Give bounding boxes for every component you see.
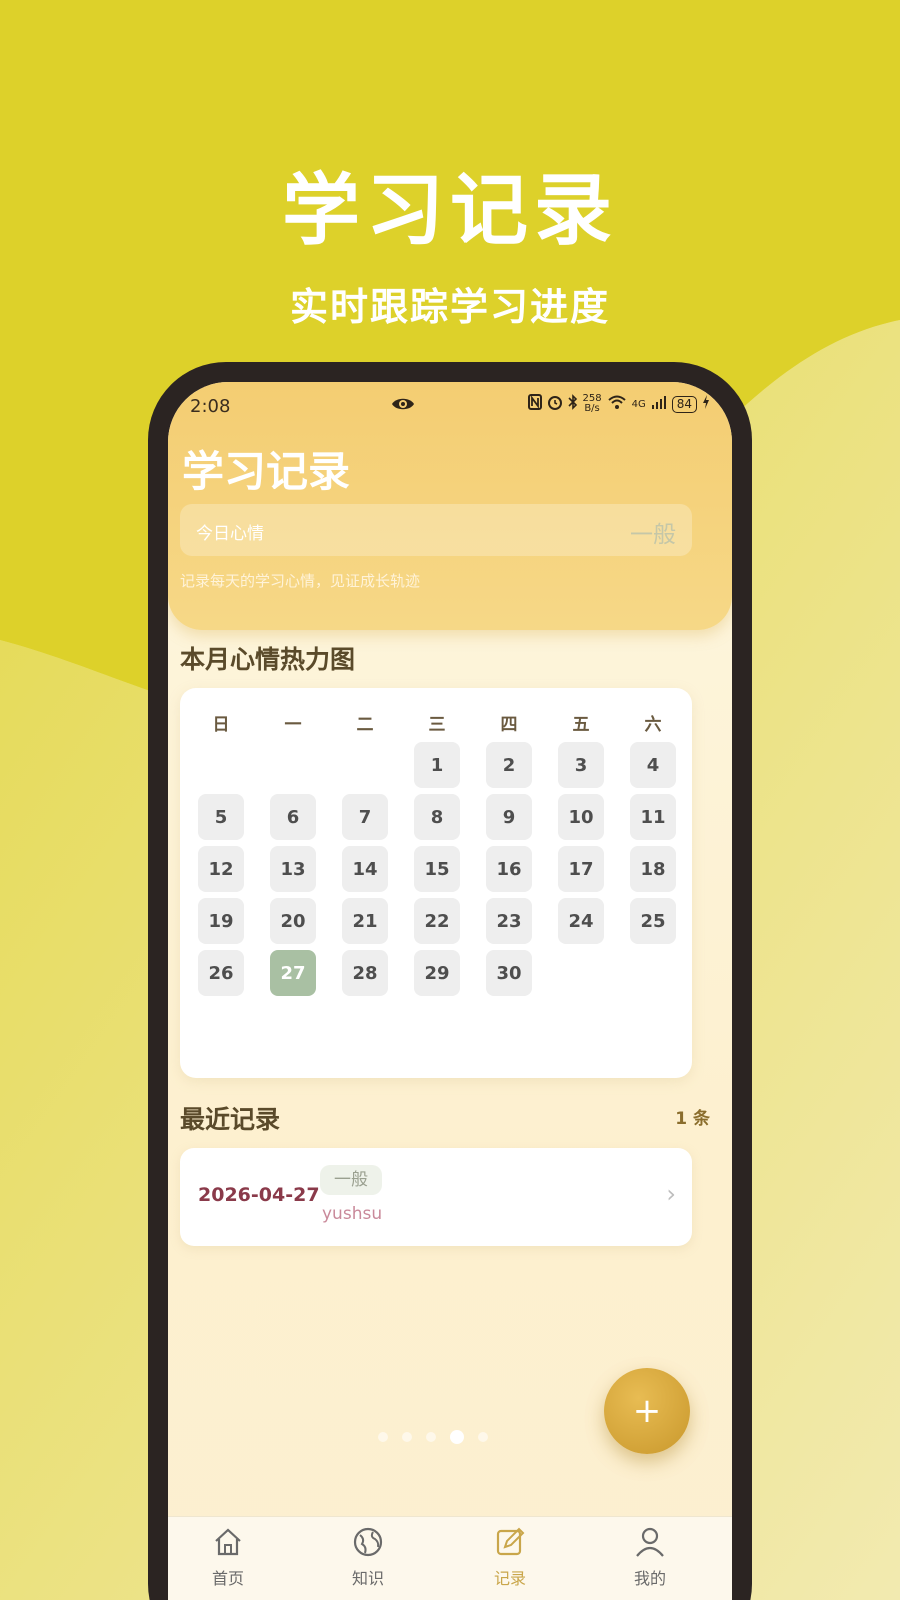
weekday-label: 一 bbox=[284, 715, 302, 735]
status-time: 2:08 bbox=[190, 396, 231, 417]
nav-label-profile: 我的 bbox=[633, 1569, 666, 1588]
header-hint: 记录每天的学习心情，见证成长轨迹 bbox=[180, 572, 421, 590]
bluetooth-icon bbox=[567, 394, 578, 414]
calendar-day[interactable]: 14 bbox=[342, 846, 388, 892]
phone-screen: 2:08 258 B/s 4G 84 学习记录 今日心情 一般 记录每天的学习心… bbox=[168, 382, 732, 1600]
net-speed: 258 B/s bbox=[583, 394, 602, 414]
phone-frame: 2:08 258 B/s 4G 84 学习记录 今日心情 一般 记录每天的学习心… bbox=[148, 362, 752, 1600]
nav-item-home[interactable]: 首页 bbox=[168, 1525, 288, 1589]
calendar-day[interactable]: 11 bbox=[630, 794, 676, 840]
calendar-day[interactable]: 15 bbox=[414, 846, 460, 892]
calendar-day[interactable]: 23 bbox=[486, 898, 532, 944]
net-speed-unit: B/s bbox=[584, 403, 600, 414]
page-indicator bbox=[378, 1430, 488, 1444]
calendar-day[interactable]: 10 bbox=[558, 794, 604, 840]
mood-label: 今日心情 bbox=[196, 524, 264, 544]
weekday-label: 四 bbox=[500, 715, 518, 735]
calendar-day[interactable]: 19 bbox=[198, 898, 244, 944]
nav-item-profile[interactable]: 我的 bbox=[590, 1525, 710, 1589]
bottom-navigation: 首页 知识 记录 我的 bbox=[168, 1516, 732, 1600]
calendar-day[interactable]: 28 bbox=[342, 950, 388, 996]
nfc-icon bbox=[527, 394, 542, 414]
calendar-day[interactable]: 8 bbox=[414, 794, 460, 840]
status-bar: 2:08 258 B/s 4G 84 bbox=[168, 382, 732, 428]
calendar-day[interactable]: 20 bbox=[270, 898, 316, 944]
wifi-icon bbox=[607, 394, 627, 414]
nav-label-knowledge: 知识 bbox=[351, 1569, 384, 1588]
calendar-day[interactable]: 1 bbox=[414, 742, 460, 788]
calendar-day[interactable]: 22 bbox=[414, 898, 460, 944]
page-dot bbox=[378, 1432, 388, 1442]
calendar-day[interactable]: 7 bbox=[342, 794, 388, 840]
mood-value: 一般 bbox=[630, 522, 676, 548]
signal-icon bbox=[651, 394, 667, 414]
calendar-day[interactable]: 26 bbox=[198, 950, 244, 996]
calendar-day[interactable]: 4 bbox=[630, 742, 676, 788]
nav-label-home: 首页 bbox=[211, 1569, 244, 1588]
battery-indicator: 84 bbox=[671, 395, 697, 413]
status-icons: 258 B/s 4G 84 bbox=[527, 394, 711, 414]
calendar-day[interactable]: 5 bbox=[198, 794, 244, 840]
record-item[interactable]: 2026-04-27 一般 yushsu › bbox=[180, 1148, 692, 1246]
calendar-day[interactable]: 3 bbox=[558, 742, 604, 788]
weekday-label: 日 bbox=[212, 715, 230, 735]
mood-heatmap-calendar: 日一二三四五六 1 2 3 4 5 6 7 8 9 10 11 12 13 14 15 16 17 18 19 20 21… bbox=[180, 688, 692, 1078]
home-icon bbox=[211, 1528, 245, 1563]
weekday-label: 三 bbox=[428, 715, 446, 735]
calendar-day[interactable]: 6 bbox=[270, 794, 316, 840]
calendar-day-today[interactable]: 27 bbox=[270, 950, 316, 996]
page-dot bbox=[402, 1432, 412, 1442]
calendar-day[interactable]: 18 bbox=[630, 846, 676, 892]
chevron-right-icon: › bbox=[666, 1180, 676, 1208]
calendar-day[interactable]: 29 bbox=[414, 950, 460, 996]
weekday-label: 六 bbox=[644, 715, 662, 735]
signal-label: 4G bbox=[631, 398, 646, 410]
calendar-day[interactable]: 9 bbox=[486, 794, 532, 840]
eye-icon bbox=[390, 394, 416, 418]
record-date: 2026-04-27 bbox=[198, 1184, 320, 1206]
alarm-icon bbox=[547, 394, 563, 414]
calendar-day[interactable]: 17 bbox=[558, 846, 604, 892]
calendar-day[interactable]: 25 bbox=[630, 898, 676, 944]
recent-section-title: 最近记录 bbox=[180, 1105, 281, 1134]
calendar-day[interactable]: 16 bbox=[486, 846, 532, 892]
page-dot bbox=[426, 1432, 436, 1442]
calendar-day[interactable]: 30 bbox=[486, 950, 532, 996]
promo-title: 学习记录 bbox=[281, 166, 618, 256]
page-title: 学习记录 bbox=[182, 447, 351, 496]
add-record-button[interactable]: + bbox=[604, 1368, 690, 1454]
page-dot bbox=[478, 1432, 488, 1442]
nav-label-records: 记录 bbox=[493, 1569, 526, 1588]
promo-subtitle: 实时跟踪学习进度 bbox=[289, 285, 610, 329]
recent-count: 1 条 bbox=[675, 1109, 710, 1129]
record-mood-badge: 一般 bbox=[320, 1165, 382, 1195]
globe-icon bbox=[351, 1527, 385, 1563]
today-mood-selector[interactable]: 今日心情 一般 bbox=[180, 504, 692, 556]
weekday-label: 二 bbox=[356, 715, 374, 735]
nav-item-records[interactable]: 记录 bbox=[450, 1525, 570, 1589]
heatmap-section-title: 本月心情热力图 bbox=[180, 645, 356, 674]
nav-item-knowledge[interactable]: 知识 bbox=[308, 1525, 428, 1589]
calendar-day[interactable]: 21 bbox=[342, 898, 388, 944]
page-dot-active bbox=[450, 1430, 464, 1444]
calendar-day[interactable]: 12 bbox=[198, 846, 244, 892]
calendar-day[interactable]: 24 bbox=[558, 898, 604, 944]
calendar-day[interactable]: 13 bbox=[270, 846, 316, 892]
charging-icon bbox=[702, 394, 710, 414]
user-icon bbox=[633, 1527, 667, 1563]
weekday-label: 五 bbox=[572, 715, 590, 735]
edit-icon bbox=[493, 1527, 527, 1563]
record-user: yushsu bbox=[322, 1204, 383, 1224]
calendar-day[interactable]: 2 bbox=[486, 742, 532, 788]
